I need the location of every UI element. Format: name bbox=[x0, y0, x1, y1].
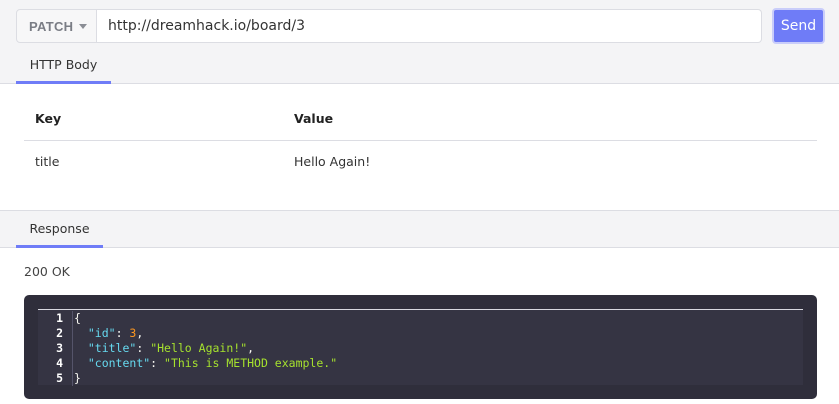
code-line: "title": "Hello Again!", bbox=[74, 341, 337, 356]
json-value-string: "This is METHOD example." bbox=[164, 356, 338, 370]
code-line: } bbox=[74, 371, 337, 386]
chevron-down-icon bbox=[79, 23, 88, 29]
body-panel: Key Value title Hello Again! bbox=[0, 84, 839, 210]
tab-http-body[interactable]: HTTP Body bbox=[16, 48, 111, 84]
table-row: title Hello Again! bbox=[24, 140, 817, 182]
line-number: 5 bbox=[56, 371, 63, 385]
response-code-block: 1 2 3 4 5 { "id": 3, "title": "Hello Aga… bbox=[24, 295, 817, 399]
method-select[interactable]: PATCH bbox=[16, 9, 97, 43]
url-input[interactable] bbox=[97, 9, 762, 43]
json-separator: : bbox=[136, 341, 151, 355]
json-comma: , bbox=[136, 326, 144, 340]
send-button[interactable]: Send bbox=[772, 8, 825, 44]
json-value-string: "Hello Again!" bbox=[150, 341, 248, 355]
json-key: "title" bbox=[87, 341, 137, 355]
param-key-cell[interactable]: title bbox=[24, 140, 283, 182]
line-number: 1 bbox=[56, 311, 63, 325]
line-number: 2 bbox=[56, 326, 63, 340]
response-status: 200 OK bbox=[24, 264, 70, 279]
json-brace-open: { bbox=[74, 311, 81, 325]
body-params-table: Key Value title Hello Again! bbox=[24, 98, 817, 182]
json-brace-close: } bbox=[74, 371, 81, 385]
json-comma: , bbox=[247, 341, 255, 355]
column-header-value: Value bbox=[283, 98, 817, 141]
method-label: PATCH bbox=[29, 18, 74, 34]
column-header-key: Key bbox=[24, 98, 283, 141]
code-line: "content": "This is METHOD example." bbox=[74, 356, 337, 371]
json-separator: : bbox=[150, 356, 165, 370]
json-key: "content" bbox=[87, 356, 151, 370]
param-value-cell[interactable]: Hello Again! bbox=[283, 140, 817, 182]
json-key: "id" bbox=[87, 326, 116, 340]
json-content: { "id": 3, "title": "Hello Again!", "con… bbox=[72, 311, 337, 386]
line-number-gutter: 1 2 3 4 5 bbox=[38, 311, 66, 386]
table-header-row: Key Value bbox=[24, 98, 817, 141]
code-line: { bbox=[74, 311, 337, 326]
code-line: "id": 3, bbox=[74, 326, 337, 341]
line-number: 3 bbox=[56, 341, 63, 355]
code-viewer[interactable]: 1 2 3 4 5 { "id": 3, "title": "Hello Aga… bbox=[38, 309, 803, 386]
response-bar: Response bbox=[0, 210, 839, 248]
request-bar: PATCH Send HTTP Body bbox=[0, 0, 839, 84]
tab-response[interactable]: Response bbox=[16, 211, 103, 248]
json-separator: : bbox=[115, 326, 130, 340]
line-number: 4 bbox=[56, 356, 63, 370]
